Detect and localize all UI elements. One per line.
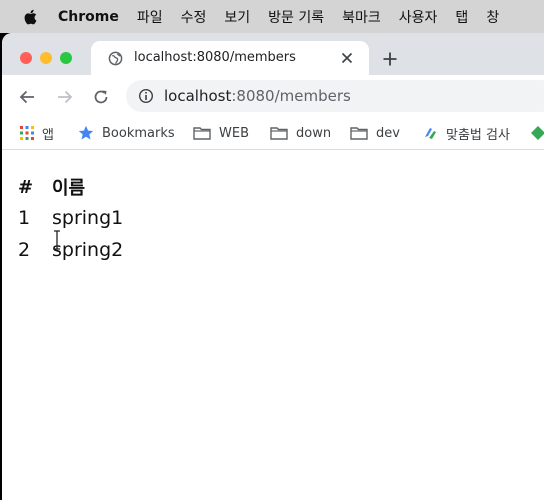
new-tab-icon[interactable]	[382, 51, 398, 67]
members-table: # 이름 1 spring1 2 spring2	[18, 172, 123, 266]
macos-menu-bar: Chrome 파일 수정 보기 방문 기록 북마크 사용자 탭 창	[0, 0, 544, 33]
tab-members[interactable]: localhost:8080/members	[91, 41, 369, 75]
bookmark-bookmarks[interactable]: Bookmarks	[78, 117, 175, 149]
menu-history[interactable]: 방문 기록	[268, 7, 324, 27]
close-tab-icon[interactable]	[341, 52, 353, 64]
close-window-button[interactable]	[20, 52, 32, 64]
tab-title: localhost:8080/members	[134, 50, 296, 65]
folder-icon	[270, 127, 288, 140]
folder-icon	[193, 127, 211, 140]
bookmark-folder-down[interactable]: down	[270, 117, 331, 149]
bookmark-apps[interactable]: 앱	[20, 117, 54, 149]
menu-bookmarks[interactable]: 북마크	[342, 7, 381, 27]
bookmark-label: WEB	[219, 125, 249, 141]
globe-icon	[108, 51, 123, 66]
forward-arrow-icon[interactable]	[56, 88, 74, 106]
bookmark-folder-dev[interactable]: dev	[350, 117, 400, 149]
page-content: # 이름 1 spring1 2 spring2	[2, 150, 544, 500]
apps-grid-icon	[20, 126, 34, 140]
address-bar[interactable]: localhost:8080/members	[126, 80, 544, 112]
reload-icon[interactable]	[92, 88, 110, 106]
member-name-cell: spring2	[52, 239, 124, 261]
star-icon	[78, 125, 94, 140]
minimize-window-button[interactable]	[40, 52, 52, 64]
member-id-cell: 1	[18, 207, 31, 229]
fullscreen-window-button[interactable]	[60, 52, 72, 64]
bookmark-folder-web[interactable]: WEB	[193, 117, 249, 149]
back-arrow-icon[interactable]	[18, 88, 36, 106]
bookmark-label: 앱	[42, 127, 54, 143]
url-text[interactable]: localhost:8080/members	[164, 87, 351, 105]
bookmark-overflow-icon[interactable]	[530, 125, 544, 141]
folder-icon	[350, 127, 368, 140]
tab-strip: localhost:8080/members	[2, 33, 544, 75]
menu-window[interactable]: 창	[486, 7, 499, 27]
table-header-row: # 이름	[18, 172, 123, 202]
menu-view[interactable]: 보기	[224, 7, 250, 27]
apple-logo-icon[interactable]	[22, 8, 40, 26]
menu-edit[interactable]: 수정	[181, 7, 207, 27]
bookmark-label: Bookmarks	[102, 125, 175, 141]
table-row: 1 spring1	[18, 202, 123, 234]
menu-tab[interactable]: 탭	[455, 7, 468, 27]
bookmark-label: down	[296, 125, 332, 141]
url-host: localhost	[164, 87, 232, 105]
menu-app-name[interactable]: Chrome	[58, 9, 119, 25]
url-path: :8080/members	[231, 87, 351, 105]
menu-file[interactable]: 파일	[137, 7, 163, 27]
site-info-icon[interactable]	[138, 88, 154, 104]
browser-window: localhost:8080/members localhost:8080/me…	[2, 33, 544, 500]
column-header-name: 이름	[52, 178, 86, 199]
spellcheck-icon	[425, 128, 436, 139]
bookmark-spellcheck[interactable]: 맞춤법 검사	[422, 117, 510, 149]
table-row: 2 spring2	[18, 234, 123, 266]
navigation-toolbar: localhost:8080/members	[2, 75, 544, 117]
member-name-cell: spring1	[52, 207, 124, 229]
bookmark-label: 맞춤법 검사	[446, 127, 510, 143]
column-header-id: #	[18, 176, 34, 198]
member-id-cell: 2	[18, 239, 31, 261]
bookmark-label: dev	[376, 125, 400, 141]
text-cursor-icon	[54, 230, 60, 250]
menu-profiles[interactable]: 사용자	[399, 7, 438, 27]
bookmarks-bar: 앱 Bookmarks WEB down dev 맞춤법 검사	[2, 117, 544, 150]
